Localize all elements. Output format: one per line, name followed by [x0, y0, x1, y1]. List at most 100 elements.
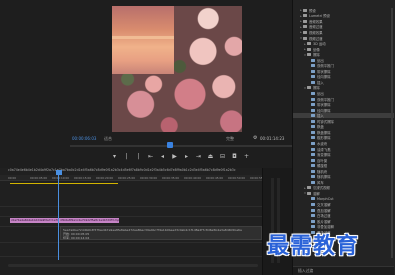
tree-item-label: 预设	[309, 8, 316, 13]
track-divider	[0, 206, 262, 207]
export-frame-icon[interactable]: ◘	[230, 153, 239, 161]
mark-out-icon[interactable]: |	[134, 153, 143, 161]
transition-icon	[311, 153, 315, 157]
track-divider	[0, 242, 262, 243]
effects-item[interactable]: 插入	[293, 113, 394, 118]
duration-timecode: 00:01:14:23	[260, 136, 285, 141]
effects-folder[interactable]: ▸ 划像	[293, 47, 394, 52]
effects-folder[interactable]: ▾ 擦除	[293, 52, 394, 58]
play-icon[interactable]: ▶	[170, 153, 179, 161]
watermark-logo: 最需教育	[267, 234, 360, 259]
button-editor-icon[interactable]: +	[242, 153, 251, 161]
clip-tooltip: 5ea7a0be72ddb0b3f37fae4b7e9ea8fe8abe472a…	[60, 226, 262, 240]
monitor-scrub-bar[interactable]	[70, 145, 292, 147]
effects-item[interactable]: 划出	[293, 91, 394, 96]
video-clip[interactable]: c0a74e4e6b4e1b2d4a9f2a7c1e7ba7ba.mp4	[10, 218, 58, 223]
effects-item[interactable]: 百叶窗	[293, 158, 394, 163]
folder-icon	[307, 42, 311, 46]
effects-item[interactable]: 划出	[293, 58, 394, 63]
ruler-tick-label: 00:00:20:00	[96, 176, 114, 180]
transition-icon	[311, 58, 315, 62]
transition-icon	[311, 64, 315, 68]
effects-item[interactable]: 渐变擦除	[293, 152, 394, 157]
effects-item[interactable]: 双侧平推门	[293, 64, 394, 69]
mark-in-icon[interactable]: |	[122, 153, 131, 161]
effects-folder[interactable]: ▸ 预设	[293, 8, 394, 13]
effects-folder[interactable]: ▸ Lumetri 预设	[293, 14, 394, 19]
effects-item[interactable]: 风车	[293, 180, 394, 185]
tree-item-label: 叠加溶解	[317, 208, 331, 213]
effects-item[interactable]: 油漆飞溅	[293, 147, 394, 152]
timeline-scrollbar[interactable]	[8, 264, 258, 267]
effects-folder[interactable]: ▸ 音频过渡	[293, 25, 394, 30]
marker-icon[interactable]: ▾	[110, 153, 119, 161]
folder-icon	[307, 186, 311, 190]
monitor-playhead[interactable]	[167, 142, 173, 148]
effects-item[interactable]: 棋盘	[293, 125, 394, 129]
ruler-tick-label: 00:00:40:00	[184, 176, 202, 180]
effects-item[interactable]: 胶片溶解	[293, 219, 394, 224]
tree-item-label: 时钟式擦除	[317, 119, 334, 124]
tree-item-label: 划像	[313, 47, 320, 52]
quality-select[interactable]: 完整	[226, 136, 234, 142]
timeline-playhead[interactable]	[58, 170, 59, 260]
transition-icon	[311, 214, 315, 218]
effects-item[interactable]: 径向擦除	[293, 108, 394, 113]
transition-icon	[311, 180, 315, 184]
work-area-bar[interactable]	[10, 183, 118, 184]
effects-folder[interactable]: ▸ 视频效果	[293, 30, 394, 35]
current-timecode[interactable]: 00:00:06:03	[72, 136, 96, 141]
timeline-playhead-handle[interactable]	[55, 170, 62, 175]
effects-folder[interactable]: ▸ 沉浸式视频	[293, 186, 394, 191]
effects-item[interactable]: 带状擦除	[293, 102, 394, 107]
effects-item[interactable]: 插入	[293, 80, 394, 85]
effects-item[interactable]: 水波块	[293, 141, 394, 146]
timeline-panel: c0a74e4e6b4e1b2d4a9f2a7c1e7ba7ba0c2d1e4f…	[0, 168, 292, 275]
effects-item[interactable]: 棋盘擦除	[293, 130, 394, 135]
effects-item[interactable]: 随机擦除	[293, 175, 394, 179]
step-back-icon[interactable]: ◂	[158, 153, 167, 161]
tooltip-title: 5ea7a0be72ddb0b3f37fae4b7e9ea8fe8abe472a…	[63, 228, 242, 232]
effects-folder[interactable]: ▸ 音频效果	[293, 19, 394, 24]
transition-icon	[311, 130, 315, 134]
effects-item[interactable]: 随机块	[293, 169, 394, 174]
effects-item[interactable]: 带状擦除	[293, 69, 394, 74]
effects-folder[interactable]: ▾ 擦除	[293, 86, 394, 91]
tree-item-label: 双侧平推门	[317, 64, 334, 69]
sequence-name[interactable]: c0a74e4e6b4e1b2d4a9f2a7c1e7ba7ba0c2d1e4f…	[8, 168, 268, 174]
folder-icon	[303, 8, 307, 12]
effects-item[interactable]: 时钟式擦除	[293, 119, 394, 124]
folder-icon	[303, 25, 307, 29]
transition-icon	[311, 158, 315, 162]
effects-item[interactable]: 交叉溶解	[293, 202, 394, 207]
effects-folder[interactable]: ▾ 视频过渡	[293, 36, 394, 41]
time-ruler[interactable]: 00:00 00:00:05:00 00:00:10:00 00:00:15:00 00…	[0, 175, 267, 181]
video-clip[interactable]: d3b6e8f2a1c4e7b9d2f5a8c1e4b7d0f3.mp4	[59, 218, 119, 223]
extract-icon[interactable]: ⊟	[218, 153, 227, 161]
transition-icon	[311, 69, 315, 73]
step-forward-icon[interactable]: ▸	[182, 153, 191, 161]
tree-item-label: 带状擦除	[317, 103, 331, 108]
effects-item[interactable]: 叠加溶解	[293, 208, 394, 213]
tree-item-label: 3D 运动	[313, 42, 326, 47]
lift-icon[interactable]: ⏏	[206, 153, 215, 161]
zoom-select[interactable]: 适合	[104, 136, 112, 142]
go-to-in-icon[interactable]: ⇤	[146, 153, 155, 161]
transition-icon	[311, 197, 315, 201]
effects-item[interactable]: 楔形擦除	[293, 136, 394, 140]
effects-item[interactable]: 双侧平推门	[293, 97, 394, 102]
tree-item-label: 插入	[317, 80, 324, 85]
effects-folder[interactable]: ▸ 3D 运动	[293, 41, 394, 47]
effects-folder[interactable]: ▾ 溶解	[293, 191, 394, 196]
folder-icon	[307, 53, 311, 57]
effects-item[interactable]: 径向擦除	[293, 75, 394, 80]
tree-item-label: 径向擦除	[317, 75, 331, 80]
effects-scrollbar[interactable]	[391, 8, 393, 258]
effects-item[interactable]: 螺旋框	[293, 163, 394, 168]
effects-item[interactable]: 白场过渡	[293, 213, 394, 218]
go-to-out-icon[interactable]: ⇥	[194, 153, 203, 161]
wrench-icon[interactable]: ⚙	[253, 135, 257, 141]
video-frame[interactable]	[112, 6, 242, 132]
effects-item[interactable]: MorphCut	[293, 197, 394, 202]
transition-icon	[311, 125, 315, 129]
